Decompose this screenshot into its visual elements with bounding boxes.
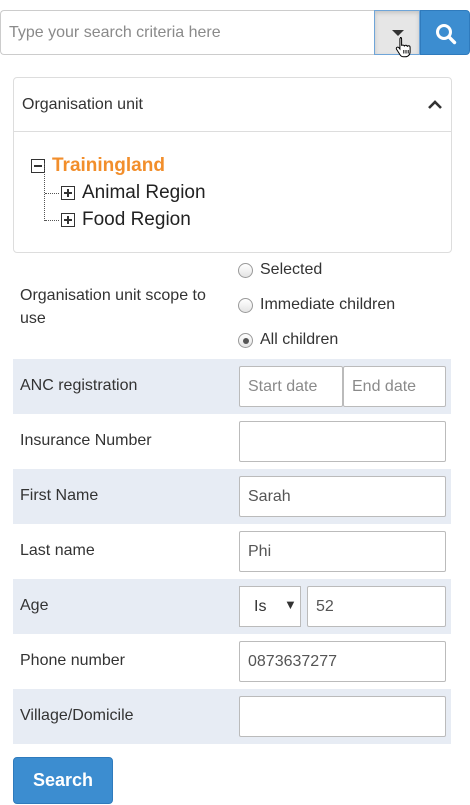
start-date-input[interactable] xyxy=(239,366,343,407)
tree-connector xyxy=(45,193,59,194)
hand-pointer-cursor-icon xyxy=(395,37,411,58)
tree-connector xyxy=(44,163,45,221)
org-unit-panel: Organisation unit Trainingland Animal Re… xyxy=(13,77,452,253)
radio-label: All children xyxy=(260,331,339,348)
radio-button[interactable] xyxy=(238,298,253,313)
search-button[interactable]: Search xyxy=(13,757,113,804)
field-label: Village/Domicile xyxy=(20,707,134,724)
age-input[interactable] xyxy=(307,586,446,627)
search-input[interactable] xyxy=(0,10,374,55)
last-name-input[interactable] xyxy=(239,531,446,572)
phone-number-input[interactable] xyxy=(239,641,446,682)
scope-label: Organisation unit scope to use xyxy=(20,287,206,327)
search-icon-button[interactable] xyxy=(420,10,470,55)
form-row-first-name: First Name xyxy=(13,469,451,524)
expand-icon[interactable] xyxy=(61,186,75,200)
org-unit-tree: Trainingland Animal Region Food Region xyxy=(14,132,451,252)
field-label: Insurance Number xyxy=(20,432,152,449)
form-row-village: Village/Domicile xyxy=(13,689,451,744)
first-name-input[interactable] xyxy=(239,476,446,517)
org-unit-panel-title: Organisation unit xyxy=(22,96,143,113)
expand-icon[interactable] xyxy=(61,213,75,227)
form-row-phone-number: Phone number xyxy=(13,634,451,689)
field-label: Phone number xyxy=(20,652,125,669)
radio-button[interactable] xyxy=(238,263,253,278)
org-unit-panel-header[interactable]: Organisation unit xyxy=(14,78,451,132)
form-row-anc-registration: ANC registration xyxy=(13,359,451,414)
collapse-icon[interactable] xyxy=(31,159,45,173)
age-operator-value: Is xyxy=(254,598,267,615)
tree-node-root[interactable]: Trainingland xyxy=(52,155,165,177)
radio-button-checked[interactable] xyxy=(238,333,253,348)
field-label: First Name xyxy=(20,487,99,504)
form-row-last-name: Last name xyxy=(13,524,451,579)
field-label: Last name xyxy=(20,542,95,559)
search-bar xyxy=(0,10,470,58)
field-label: ANC registration xyxy=(20,377,138,394)
tree-node-animal-region[interactable]: Animal Region xyxy=(82,182,206,204)
search-icon xyxy=(436,24,457,45)
field-label: Age xyxy=(20,597,49,614)
age-operator-select[interactable]: Is ▼ xyxy=(239,586,301,627)
search-options-dropdown-button[interactable] xyxy=(374,10,420,58)
form-row-age: Age Is ▼ xyxy=(13,579,451,634)
form-row-insurance-number: Insurance Number xyxy=(13,414,451,469)
dropdown-arrow-icon: ▼ xyxy=(284,597,297,612)
end-date-input[interactable] xyxy=(343,366,446,407)
chevron-up-icon[interactable] xyxy=(427,98,443,110)
insurance-number-input[interactable] xyxy=(239,421,446,462)
village-input[interactable] xyxy=(239,696,446,737)
radio-label: Immediate children xyxy=(260,296,396,313)
radio-label: Selected xyxy=(260,261,323,278)
tree-node-food-region[interactable]: Food Region xyxy=(82,209,191,231)
tree-connector xyxy=(45,220,59,221)
